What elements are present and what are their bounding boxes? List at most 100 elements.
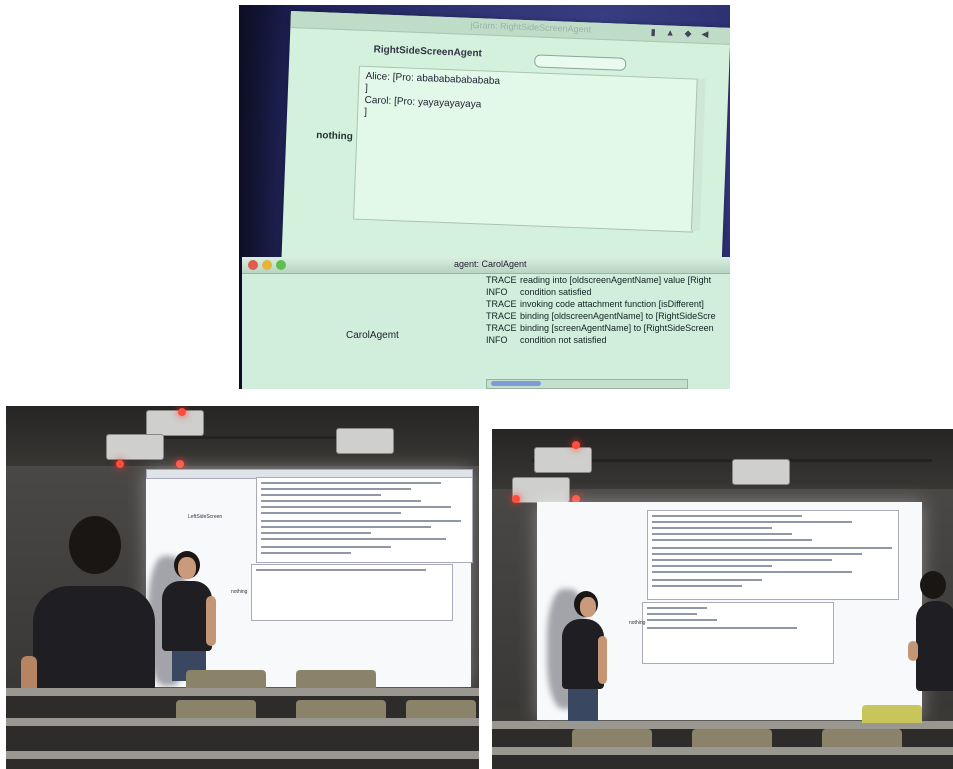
log-text-line: [652, 585, 742, 587]
log-message: reading into [oldscreenAgentName] value …: [520, 275, 712, 285]
log-text-line: [652, 539, 812, 541]
log-text-line: [652, 553, 862, 555]
minimize-button[interactable]: [262, 260, 272, 270]
person-torso: [162, 581, 212, 651]
zoom-button[interactable]: [276, 260, 286, 270]
log-text-line: [261, 500, 421, 502]
log-text-line: [652, 565, 772, 567]
person-arm: [598, 636, 607, 684]
scrollbar-thumb[interactable]: [491, 381, 541, 386]
log-text-line: [261, 494, 381, 496]
desk-top: [6, 751, 479, 759]
desk-top: [492, 747, 953, 755]
screen-agent-label: LeftSideScreen: [188, 514, 223, 520]
projector: [732, 459, 790, 485]
log-text-line: [261, 520, 461, 522]
chair: [296, 670, 376, 688]
presenter-person: [560, 591, 620, 741]
person-arm: [206, 596, 216, 646]
log-text-line: [652, 571, 852, 573]
chat-text-line: [647, 619, 717, 621]
message-input[interactable]: [534, 54, 627, 71]
desk-top: [6, 688, 479, 696]
log-text-line: [652, 521, 852, 523]
projector: [534, 447, 592, 473]
chat-line: ]: [364, 82, 369, 95]
status-label: nothing: [629, 620, 646, 626]
log-message: condition not satisfied: [520, 335, 607, 345]
desk-top: [6, 718, 479, 726]
desk-device: [862, 705, 922, 723]
log-text-line: [261, 512, 401, 514]
log-horizontal-scrollbar[interactable]: [486, 379, 688, 389]
agent-name-label: RightSideScreenAgent: [373, 44, 483, 60]
log-level: TRACE: [486, 311, 517, 321]
trace-log: TRACE reading into [oldscreenAgentName] v…: [486, 275, 716, 387]
log-text-line: [652, 527, 772, 529]
log-message: condition satisfied: [520, 287, 592, 297]
status-label: nothing: [316, 130, 354, 143]
window-title: agent: CarolAgent: [454, 259, 527, 269]
chair: [296, 700, 386, 718]
person-head: [920, 571, 946, 599]
log-row: TRACE binding [screenAgentName] to [Right…: [486, 323, 714, 333]
bottom-left-photo: LeftSideScreen nothing: [6, 406, 479, 769]
log-text-line: [261, 532, 371, 534]
log-text-line: [652, 579, 762, 581]
log-text-line: [261, 546, 391, 548]
log-text-line: [261, 526, 431, 528]
chat-line: Alice: [Pro: abababababababa: [365, 70, 501, 88]
carol-agent-window: agent: CarolAgent CarolAgemt TRACE readin…: [242, 257, 730, 389]
person-arm: [908, 641, 918, 661]
log-text-line: [261, 506, 451, 508]
bottom-right-photo: nothing: [492, 429, 953, 769]
log-level: INFO: [486, 335, 508, 345]
projector-light: [178, 408, 186, 416]
chat-line: ]: [363, 106, 368, 118]
chat-text-line: [256, 569, 426, 571]
close-button[interactable]: [248, 260, 258, 270]
chair: [822, 729, 902, 747]
log-level: INFO: [486, 287, 508, 297]
person-torso: [916, 601, 953, 691]
projector: [106, 434, 164, 460]
log-message: binding [screenAgentName] to [RightSideS…: [520, 323, 714, 333]
log-text-line: [652, 547, 892, 549]
person-head: [69, 516, 121, 574]
chat-log-panel: Alice: [Pro: abababababababa ] Carol: [P…: [353, 65, 699, 233]
chair: [186, 670, 266, 688]
projector: [336, 428, 394, 454]
log-text-line: [652, 559, 832, 561]
top-photo: jGram: RightSideScreenAgent ▮▲◆◀ RightSi…: [239, 5, 730, 389]
log-text-line: [261, 552, 351, 554]
chat-text-line: [647, 613, 697, 615]
chat-text-line: [647, 607, 707, 609]
log-level: TRACE: [486, 275, 517, 285]
chair: [692, 729, 772, 747]
projector: [146, 410, 204, 436]
log-row: TRACE reading into [oldscreenAgentName] v…: [486, 275, 711, 285]
log-level: TRACE: [486, 323, 517, 333]
right-side-screen-agent-window: jGram: RightSideScreenAgent ▮▲◆◀ RightSi…: [280, 11, 730, 290]
log-text-line: [261, 488, 411, 490]
log-row: INFO condition satisfied: [486, 287, 592, 297]
projector-light: [116, 460, 124, 468]
log-text-line: [261, 482, 441, 484]
chair: [406, 700, 476, 718]
window-title: jGram: RightSideScreenAgent: [470, 19, 592, 35]
chat-panel: [251, 564, 453, 621]
chair: [176, 700, 256, 718]
window-titlebar: agent: CarolAgent: [242, 257, 730, 274]
log-row: TRACE invoking code attachment function […: [486, 299, 704, 309]
projector: [512, 477, 570, 503]
person-face: [580, 597, 596, 617]
log-message: invoking code attachment function [isDif…: [520, 299, 704, 309]
chat-text-line: [647, 627, 797, 629]
status-label: nothing: [231, 589, 248, 595]
chat-panel: [642, 602, 834, 664]
log-message: binding [oldscreenAgentName] to [RightSi…: [520, 311, 716, 321]
projector-light: [512, 495, 520, 503]
person-face: [178, 557, 196, 579]
log-row: INFO condition not satisfied: [486, 335, 607, 345]
log-row: TRACE binding [oldscreenAgentName] to [Ri…: [486, 311, 716, 321]
